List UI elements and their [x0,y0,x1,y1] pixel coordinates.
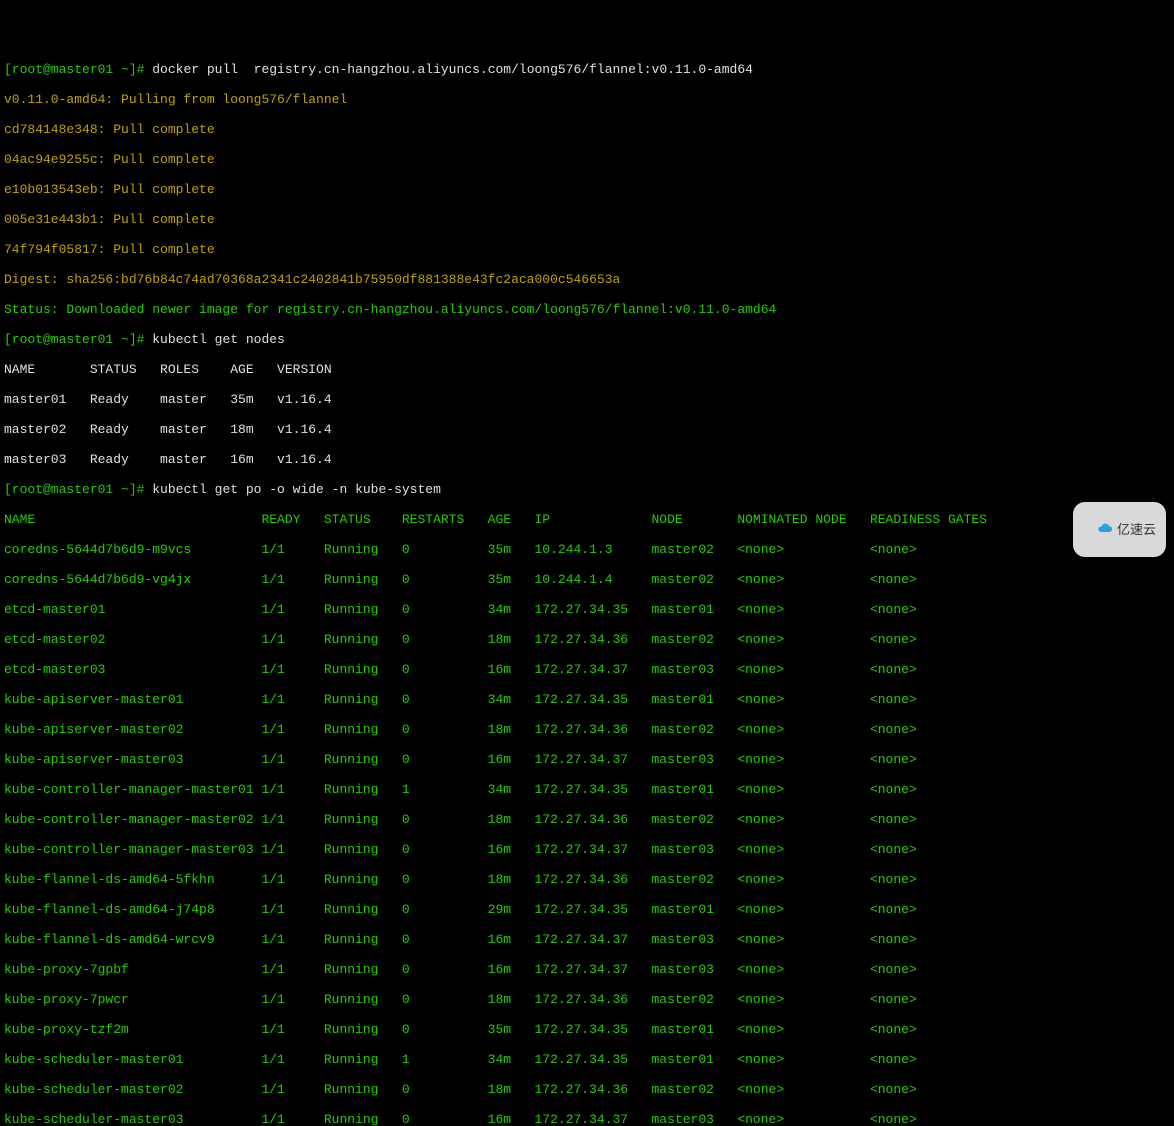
cloud-icon [1083,505,1113,554]
pod-row: kube-controller-manager-master03 1/1 Run… [4,842,1170,857]
pod-row: coredns-5644d7b6d9-m9vcs 1/1 Running 0 3… [4,542,1170,557]
pod-row: coredns-5644d7b6d9-vg4jx 1/1 Running 0 3… [4,572,1170,587]
nodes-header: NAME STATUS ROLES AGE VERSION [4,362,1170,377]
digest-line: Digest: sha256:bd76b84c74ad70368a2341c24… [4,272,1170,287]
pull-line-1: cd784148e348: Pull complete [4,122,1170,137]
pod-row: kube-controller-manager-master01 1/1 Run… [4,782,1170,797]
pod-row: kube-proxy-7gpbf 1/1 Running 0 16m 172.2… [4,962,1170,977]
node-row: master02 Ready master 18m v1.16.4 [4,422,1170,437]
prompt-line-1: [root@master01 ~]# docker pull registry.… [4,62,1170,77]
prompt-line-3: [root@master01 ~]# kubectl get po -o wid… [4,482,1170,497]
pod-row: kube-proxy-7pwcr 1/1 Running 0 18m 172.2… [4,992,1170,1007]
command-kubectl-get-nodes: kubectl get nodes [152,332,285,347]
watermark-text: 亿速云 [1117,522,1156,537]
pull-line-0: v0.11.0-amd64: Pulling from loong576/fla… [4,92,1170,107]
pod-row: kube-proxy-tzf2m 1/1 Running 0 35m 172.2… [4,1022,1170,1037]
watermark-badge: 亿速云 [1073,502,1166,557]
pull-line-4: 005e31e443b1: Pull complete [4,212,1170,227]
node-row: master03 Ready master 16m v1.16.4 [4,452,1170,467]
pull-line-2: 04ac94e9255c: Pull complete [4,152,1170,167]
command-kubectl-get-po: kubectl get po -o wide -n kube-system [152,482,441,497]
pod-row: kube-scheduler-master03 1/1 Running 0 16… [4,1112,1170,1126]
pod-row: kube-flannel-ds-amd64-j74p8 1/1 Running … [4,902,1170,917]
pod-row: kube-flannel-ds-amd64-5fkhn 1/1 Running … [4,872,1170,887]
prompt-line-2: [root@master01 ~]# kubectl get nodes [4,332,1170,347]
pod-row: etcd-master02 1/1 Running 0 18m 172.27.3… [4,632,1170,647]
pull-line-5: 74f794f05817: Pull complete [4,242,1170,257]
pod-row: kube-flannel-ds-amd64-wrcv9 1/1 Running … [4,932,1170,947]
pod-row: kube-apiserver-master01 1/1 Running 0 34… [4,692,1170,707]
pod-row: kube-controller-manager-master02 1/1 Run… [4,812,1170,827]
pod-row: etcd-master01 1/1 Running 0 34m 172.27.3… [4,602,1170,617]
pod-row: etcd-master03 1/1 Running 0 16m 172.27.3… [4,662,1170,677]
pod-row: kube-scheduler-master02 1/1 Running 0 18… [4,1082,1170,1097]
pod-row: kube-apiserver-master02 1/1 Running 0 18… [4,722,1170,737]
pod-row: kube-apiserver-master03 1/1 Running 0 16… [4,752,1170,767]
pods-header: NAME READY STATUS RESTARTS AGE IP NODE N… [4,512,1170,527]
node-row: master01 Ready master 35m v1.16.4 [4,392,1170,407]
status-line: Status: Downloaded newer image for regis… [4,302,1170,317]
pod-row: kube-scheduler-master01 1/1 Running 1 34… [4,1052,1170,1067]
command-docker-pull: docker pull registry.cn-hangzhou.aliyunc… [152,62,753,77]
pull-line-3: e10b013543eb: Pull complete [4,182,1170,197]
